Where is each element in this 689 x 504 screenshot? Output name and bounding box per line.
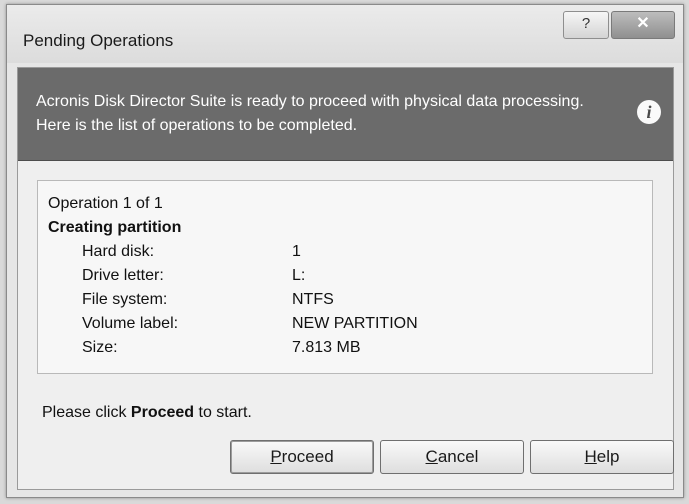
dialog-title: Pending Operations (23, 31, 174, 50)
detail-label: Size: (82, 339, 118, 356)
detail-label: Volume label: (82, 315, 179, 332)
detail-label: Drive letter: (82, 267, 164, 284)
instruction-proceed-word: Proceed (130, 404, 195, 421)
help-label: elp (596, 447, 620, 466)
cancel-accesskey: C (425, 447, 438, 466)
operation-title: Creating partition (48, 219, 182, 236)
dialog-content: Acronis Disk Director Suite is ready to … (17, 67, 674, 490)
info-banner: Acronis Disk Director Suite is ready to … (18, 68, 673, 161)
close-button[interactable]: ✕ (611, 11, 675, 39)
detail-value: L: (292, 267, 306, 284)
instruction-prefix: Please click (42, 404, 131, 421)
help-accesskey: H (584, 447, 597, 466)
help-question-button[interactable]: ? (563, 11, 609, 39)
proceed-label: roceed (281, 447, 334, 466)
detail-label: File system: (82, 291, 168, 308)
instruction-text: Please click Proceed to start. (42, 404, 252, 422)
operation-counter: Operation 1 of 1 (48, 195, 163, 212)
help-button[interactable]: Help (530, 440, 674, 474)
operations-list: Operation 1 of 1 Creating partition Hard… (37, 180, 653, 374)
detail-label: Hard disk: (82, 243, 155, 260)
info-icon: i (637, 100, 661, 124)
proceed-accesskey: P (270, 447, 282, 466)
instruction-suffix: to start. (194, 404, 252, 421)
detail-value: NTFS (292, 291, 334, 308)
cancel-button[interactable]: Cancel (380, 440, 524, 474)
pending-operations-dialog: Pending Operations ? ✕ Acronis Disk Dire… (6, 4, 684, 498)
detail-value: 1 (292, 243, 301, 260)
title-bar[interactable]: Pending Operations ? ✕ (7, 5, 683, 63)
banner-message: Acronis Disk Director Suite is ready to … (36, 93, 584, 134)
detail-value: 7.813 MB (292, 339, 361, 356)
cancel-label: ancel (437, 447, 479, 466)
proceed-button[interactable]: Proceed (230, 440, 374, 474)
detail-value: NEW PARTITION (292, 315, 418, 332)
